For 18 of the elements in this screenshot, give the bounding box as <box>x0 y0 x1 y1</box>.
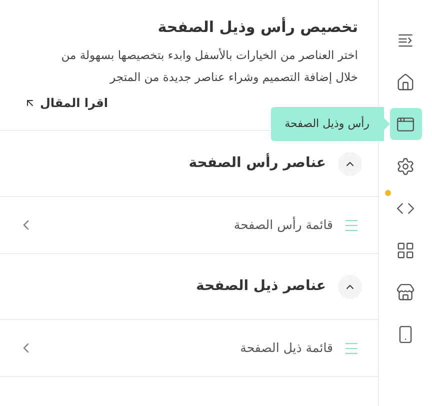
section-title: عناصر ذيل الصفحة <box>196 277 326 296</box>
grid-icon <box>396 240 415 260</box>
store-icon <box>396 282 415 302</box>
settings-icon <box>396 156 415 176</box>
panel-description: اختر العناصر من الخيارات بالأسفل وابدء بتخصيصها بسهولة من خلال إضافة التصميم وشراء عناصر جديدة من المتجر <box>60 47 358 86</box>
section-title: عناصر رأس الصفحة <box>188 153 326 173</box>
tooltip-arrow <box>384 118 390 130</box>
arrow-icon <box>24 97 36 109</box>
tooltip: رأس وذيل الصفحة <box>270 107 390 141</box>
read-article-link[interactable]: اقرا المقال <box>24 94 108 112</box>
menu-list-item[interactable]: قائمة رأس الصفحة <box>0 196 378 253</box>
sidebar-button[interactable] <box>390 108 422 140</box>
item-label: قائمة رأس الصفحة <box>232 216 333 234</box>
home-icon <box>396 72 415 92</box>
window-icon <box>396 114 415 134</box>
panel-title: تخصيص رأس وذيل الصفحة <box>158 16 358 38</box>
item-label: قائمة ذيل الصفحة <box>239 338 333 357</box>
menu-list-item[interactable]: قائمة ذيل الصفحة <box>0 319 378 376</box>
